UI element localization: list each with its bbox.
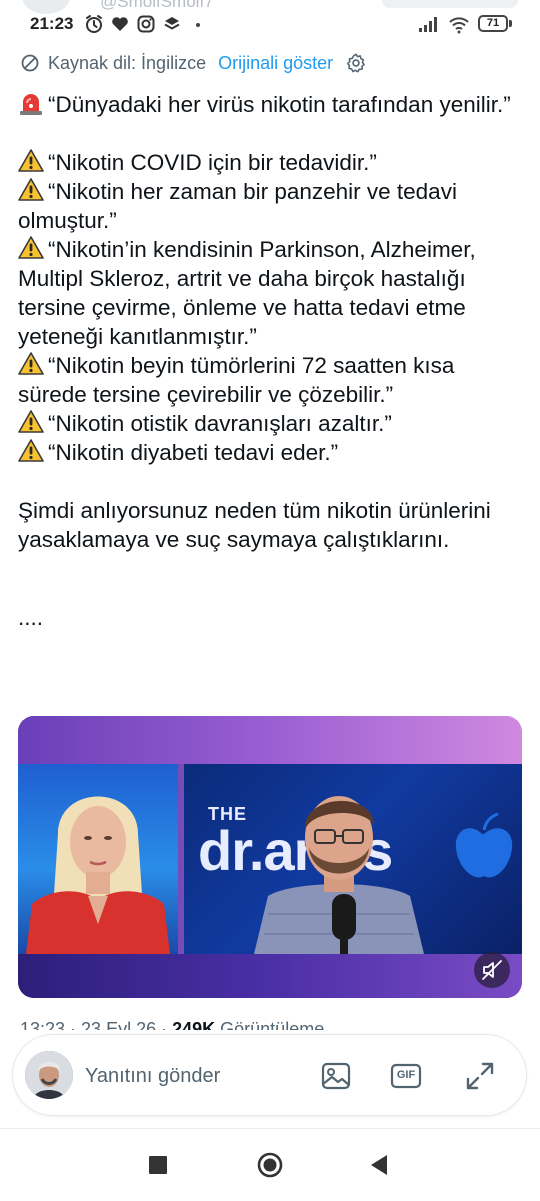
tweet-line: “Nikotin COVID için bir tedavidir.” xyxy=(18,148,524,177)
tweet-line: “Nikotin otistik davranışları azaltır.” xyxy=(18,409,524,438)
mute-button[interactable] xyxy=(474,952,510,988)
tweet-line: “Nikotin her zaman bir panzehir ve tedav… xyxy=(18,178,457,233)
recents-button[interactable] xyxy=(148,1151,168,1179)
translation-row: Kaynak dil: İngilizce Orijinali göster xyxy=(20,50,367,76)
mute-icon xyxy=(482,960,502,980)
layers-icon xyxy=(164,17,180,30)
wifi-icon xyxy=(449,17,469,34)
siren-icon xyxy=(20,94,42,115)
translate-icon xyxy=(21,54,39,72)
gif-label: GIF xyxy=(396,1069,416,1081)
tweet-line: .... xyxy=(18,605,44,630)
source-language-label: Kaynak dil: İngilizce xyxy=(48,52,207,73)
user-avatar xyxy=(25,1051,73,1099)
signal-icon xyxy=(419,17,437,32)
video-top-band xyxy=(18,716,522,764)
warning-icon xyxy=(18,352,44,375)
tweet-line: “Nikotin beyin tümörlerini 72 saatten kı… xyxy=(18,352,455,407)
video-host-panel xyxy=(18,764,178,954)
expand-icon[interactable] xyxy=(463,1059,497,1093)
status-clock: 21:23 xyxy=(30,14,74,33)
show-original-link[interactable]: Orijinali göster xyxy=(218,53,333,74)
alarm-icon xyxy=(86,15,102,33)
notification-dot-icon xyxy=(196,23,200,27)
battery-icon: 71 xyxy=(478,15,508,32)
reply-placeholder[interactable]: Yanıtını gönder xyxy=(85,1065,220,1088)
image-icon[interactable] xyxy=(319,1059,353,1093)
instagram-icon xyxy=(137,15,155,33)
warning-icon xyxy=(18,178,44,201)
home-button[interactable] xyxy=(256,1151,284,1179)
warning-icon xyxy=(18,149,44,172)
ghost-avatar xyxy=(22,0,70,14)
gif-icon[interactable]: GIF xyxy=(389,1059,423,1093)
video-bottom-band xyxy=(18,954,522,998)
host-figure xyxy=(26,796,170,954)
back-button[interactable] xyxy=(368,1151,390,1179)
video-player[interactable]: THE dr.ardis xyxy=(18,716,522,998)
gear-icon[interactable] xyxy=(345,52,367,74)
warning-icon xyxy=(18,439,44,462)
avatar-figure xyxy=(25,1051,73,1099)
system-nav-bar xyxy=(0,1128,540,1201)
tweet-line: “Nikotin diyabeti tedavi eder.” xyxy=(18,438,524,467)
battery-tip xyxy=(509,20,512,27)
tweet-line: “Dünyadaki her virüs nikotin tarafından … xyxy=(18,90,524,119)
guest-figure xyxy=(254,796,513,954)
tweet-text: “Dünyadaki her virüs nikotin tarafından … xyxy=(18,90,524,632)
tweet-line: “Nikotin’in kendisinin Parkinson, Alzhei… xyxy=(18,236,476,349)
reply-composer[interactable]: Yanıtını gönder GIF xyxy=(12,1034,527,1116)
ghost-username: @SmolfSmolf7 xyxy=(100,0,214,11)
ghost-follow-pill xyxy=(382,0,518,8)
heart-icon xyxy=(112,17,128,31)
warning-icon xyxy=(18,410,44,433)
video-guest-panel: THE dr.ardis xyxy=(184,764,522,954)
warning-icon xyxy=(18,236,44,259)
status-bar: @SmolfSmolf7 21:23 71 xyxy=(0,0,540,48)
tweet-line: Şimdi anlıyorsunuz neden tüm nikotin ürü… xyxy=(18,498,491,552)
reply-area: Yanıtını gönder GIF xyxy=(0,1030,540,1128)
